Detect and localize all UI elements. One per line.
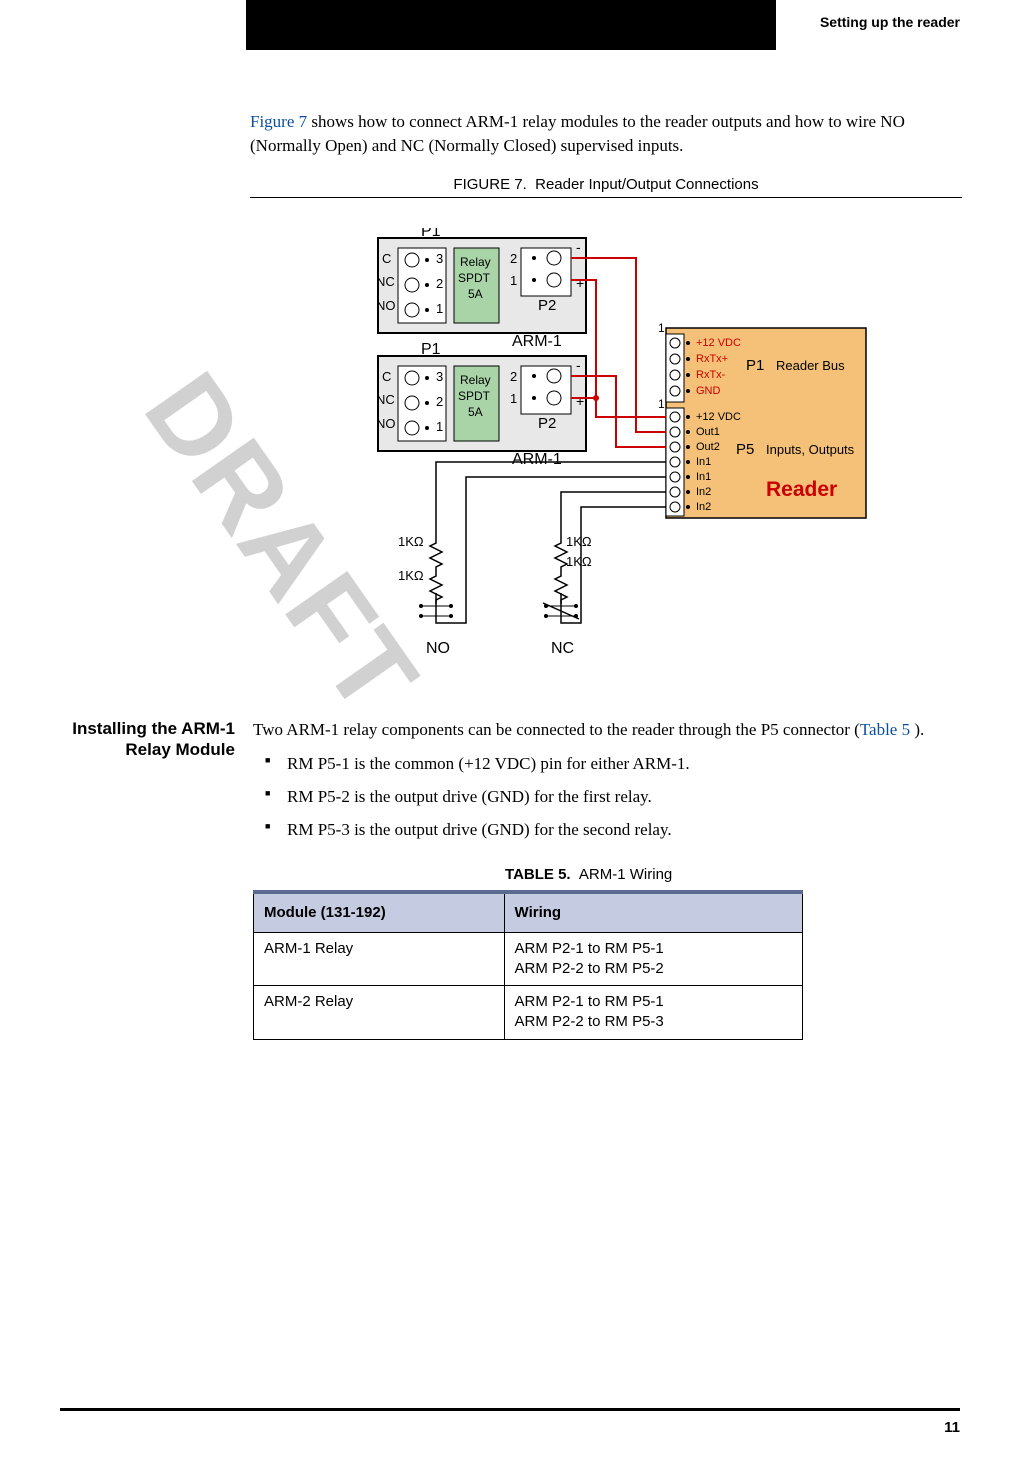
svg-text:1KΩ: 1KΩ (566, 534, 592, 549)
svg-text:In1: In1 (696, 471, 711, 483)
svg-text:P2: P2 (538, 297, 556, 314)
svg-text:1KΩ: 1KΩ (398, 568, 424, 583)
svg-text:+12 VDC: +12 VDC (696, 411, 741, 423)
svg-text:P1: P1 (421, 228, 441, 240)
svg-text:ARM-1: ARM-1 (512, 451, 562, 468)
svg-text:1: 1 (658, 321, 665, 335)
svg-text:1KΩ: 1KΩ (398, 534, 424, 549)
svg-text:2: 2 (436, 276, 443, 291)
svg-text:P1: P1 (746, 357, 764, 374)
svg-text:Relay: Relay (460, 255, 491, 269)
svg-text:RxTx+: RxTx+ (696, 353, 728, 365)
svg-text:NC: NC (376, 274, 395, 289)
svg-text:1: 1 (436, 301, 443, 316)
svg-text:1KΩ: 1KΩ (566, 554, 592, 569)
section-body-post: ). (910, 720, 924, 739)
arm1-wiring-table: Module (131-192) Wiring ARM-1 Relay ARM … (253, 890, 803, 1040)
svg-text:Reader: Reader (766, 478, 837, 501)
svg-text:In1: In1 (696, 456, 711, 468)
svg-text:1: 1 (658, 397, 665, 411)
figure-title: Reader Input/Output Connections (535, 176, 758, 193)
section-body-pre: Two ARM-1 relay components can be connec… (253, 720, 860, 739)
svg-text:NC: NC (376, 392, 395, 407)
svg-text:Inputs, Outputs: Inputs, Outputs (766, 442, 855, 457)
svg-text:In2: In2 (696, 486, 711, 498)
svg-text:2: 2 (510, 369, 517, 384)
intro-paragraph: Figure 7 shows how to connect ARM-1 rela… (250, 110, 962, 158)
list-item: RM P5-1 is the common (+12 VDC) pin for … (265, 752, 924, 777)
figure-caption: FIGURE 7. Reader Input/Output Connection… (250, 176, 962, 198)
svg-text:P5: P5 (736, 441, 754, 458)
col-header-wiring: Wiring (504, 892, 803, 932)
svg-text:-: - (576, 239, 581, 255)
svg-text:+: + (576, 393, 584, 409)
col-header-module: Module (131-192) (254, 892, 505, 932)
svg-text:GND: GND (696, 385, 721, 397)
svg-text:NO: NO (376, 298, 396, 313)
svg-text:3: 3 (436, 369, 443, 384)
list-item: RM P5-3 is the output drive (GND) for th… (265, 818, 924, 843)
svg-text:1: 1 (510, 391, 517, 406)
svg-text:1: 1 (436, 419, 443, 434)
svg-text:5A: 5A (468, 287, 483, 301)
svg-text:ARM-1: ARM-1 (512, 333, 562, 350)
svg-text:P2: P2 (538, 415, 556, 432)
table-link[interactable]: Table 5 (860, 720, 910, 739)
svg-text:SPDT: SPDT (458, 271, 491, 285)
svg-text:1: 1 (510, 273, 517, 288)
svg-text:5A: 5A (468, 405, 483, 419)
svg-text:RxTx-: RxTx- (696, 369, 726, 381)
svg-text:Relay: Relay (460, 373, 491, 387)
figure-link[interactable]: Figure 7 (250, 112, 307, 131)
svg-text:C: C (382, 369, 391, 384)
svg-text:P1: P1 (421, 341, 441, 358)
svg-text:SPDT: SPDT (458, 389, 491, 403)
svg-text:NC: NC (551, 640, 574, 657)
svg-text:NO: NO (376, 416, 396, 431)
figure-7-diagram: P1 C NC NO 3 2 1 Relay SPDT 5A 2 (250, 228, 962, 668)
svg-text:NO: NO (426, 640, 450, 657)
svg-text:C: C (382, 251, 391, 266)
svg-text:Out2: Out2 (696, 441, 720, 453)
svg-text:-: - (576, 357, 581, 373)
svg-text:2: 2 (510, 251, 517, 266)
section-heading: Installing the ARM-1 Relay Module (60, 718, 235, 1040)
table-row: ARM-1 Relay ARM P2-1 to RM P5-1ARM P2-2 … (254, 932, 803, 986)
page-number: 11 (944, 1419, 960, 1436)
list-item: RM P5-2 is the output drive (GND) for th… (265, 785, 924, 810)
svg-text:In2: In2 (696, 501, 711, 513)
table-title: ARM-1 Wiring (579, 866, 672, 883)
figure-label: FIGURE 7. (453, 176, 526, 193)
svg-text:+: + (576, 275, 584, 291)
svg-text:3: 3 (436, 251, 443, 266)
svg-text:+12 VDC: +12 VDC (696, 337, 741, 349)
table-label: TABLE 5. (505, 866, 571, 883)
bullet-list: RM P5-1 is the common (+12 VDC) pin for … (265, 752, 924, 842)
svg-text:2: 2 (436, 394, 443, 409)
table-caption: TABLE 5. ARM-1 Wiring (253, 864, 924, 886)
page-footer: 11 (60, 1408, 960, 1436)
table-row: ARM-2 Relay ARM P2-1 to RM P5-1ARM P2-2 … (254, 986, 803, 1040)
intro-text: shows how to connect ARM-1 relay modules… (250, 112, 905, 155)
svg-text:Reader Bus: Reader Bus (776, 358, 845, 373)
wiring-diagram-svg: P1 C NC NO 3 2 1 Relay SPDT 5A 2 (336, 228, 876, 668)
svg-text:Out1: Out1 (696, 426, 720, 438)
